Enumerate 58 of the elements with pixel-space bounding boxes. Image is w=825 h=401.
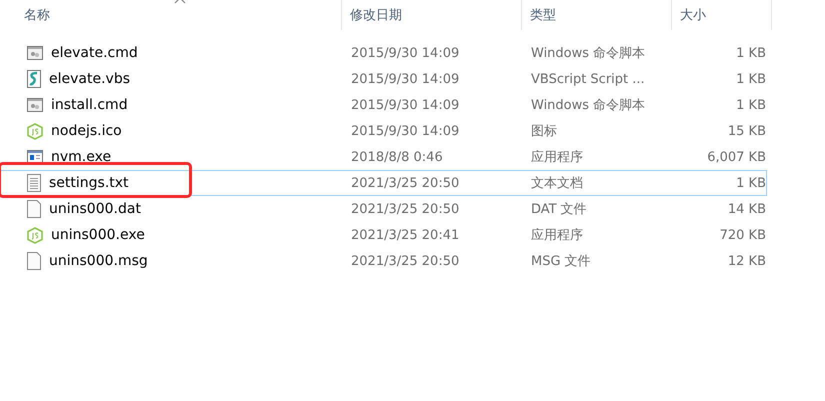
file-row[interactable]: unins000.dat 2021/3/25 20:50 DAT 文件 14 KB [0, 196, 767, 222]
file-name: settings.txt [49, 175, 129, 191]
hexagon-icon [27, 122, 43, 140]
file-row[interactable]: settings.txt 2021/3/25 20:50 文本文档 1 KB [0, 170, 767, 196]
file-name: nodejs.ico [51, 123, 122, 139]
file-size: 6,007 KB [706, 150, 766, 164]
modified-date: 2015/9/30 14:09 [350, 98, 460, 112]
file-row[interactable]: elevate.vbs 2015/9/30 14:09 VBScript Script ... 1 KB [0, 66, 767, 92]
modified-date: 2021/3/25 20:41 [350, 228, 460, 242]
file-row[interactable]: unins000.exe 2021/3/25 20:41 应用程序 720 KB [0, 222, 767, 248]
terminal-window-icon [27, 46, 43, 60]
file-name: elevate.cmd [51, 45, 138, 61]
file-size: 1 KB [735, 72, 766, 86]
text-file-icon [27, 174, 41, 192]
file-name: elevate.vbs [49, 71, 130, 87]
script-file-icon [27, 70, 41, 88]
file-row[interactable]: unins000.msg 2021/3/25 20:50 MSG 文件 12 KB [0, 248, 767, 274]
file-size: 12 KB [726, 254, 766, 268]
file-size: 720 KB [718, 228, 766, 242]
file-type: MSG 文件 [530, 253, 592, 270]
file-name: unins000.dat [49, 201, 141, 217]
file-type: VBScript Script ... [530, 72, 646, 86]
file-size: 15 KB [726, 124, 766, 138]
file-size: 14 KB [726, 202, 766, 216]
column-header[interactable]: 类型 [522, 0, 672, 30]
file-type: 图标 [530, 123, 558, 140]
file-name: nvm.exe [51, 149, 112, 165]
column-header[interactable]: 大小 [672, 0, 772, 30]
modified-date: 2015/9/30 14:09 [350, 72, 460, 86]
column-header[interactable]: 修改日期 [342, 0, 522, 30]
file-row[interactable]: elevate.cmd 2015/9/30 14:09 Windows 命令脚本 1 KB [0, 40, 767, 66]
file-size: 1 KB [735, 176, 766, 190]
file-type: Windows 命令脚本 [530, 45, 646, 62]
modified-date: 2021/3/25 20:50 [350, 176, 460, 190]
file-size: 1 KB [735, 46, 766, 60]
application-window-icon [27, 150, 43, 164]
file-type: Windows 命令脚本 [530, 97, 646, 114]
terminal-window-icon [27, 98, 43, 112]
blank-file-icon [27, 200, 41, 218]
column-header[interactable]: 名称 [0, 0, 342, 30]
file-size: 1 KB [735, 98, 766, 112]
file-row[interactable]: nvm.exe 2018/8/8 0:46 应用程序 6,007 KB [0, 144, 767, 170]
file-row[interactable]: install.cmd 2015/9/30 14:09 Windows 命令脚本 1 KB [0, 92, 767, 118]
file-type: 应用程序 [530, 149, 584, 166]
file-name: install.cmd [51, 97, 128, 113]
file-type: 文本文档 [530, 175, 584, 192]
file-type: DAT 文件 [530, 201, 588, 218]
modified-date: 2021/3/25 20:50 [350, 202, 460, 216]
modified-date: 2015/9/30 14:09 [350, 124, 460, 138]
hexagon-icon [27, 226, 43, 244]
modified-date: 2015/9/30 14:09 [350, 46, 460, 60]
modified-date: 2021/3/25 20:50 [350, 254, 460, 268]
modified-date: 2018/8/8 0:46 [350, 150, 444, 164]
file-name: unins000.msg [49, 253, 148, 269]
file-name: unins000.exe [51, 227, 145, 243]
file-type: 应用程序 [530, 227, 584, 244]
file-row[interactable]: nodejs.ico 2015/9/30 14:09 图标 15 KB [0, 118, 767, 144]
blank-file-icon [27, 252, 41, 270]
